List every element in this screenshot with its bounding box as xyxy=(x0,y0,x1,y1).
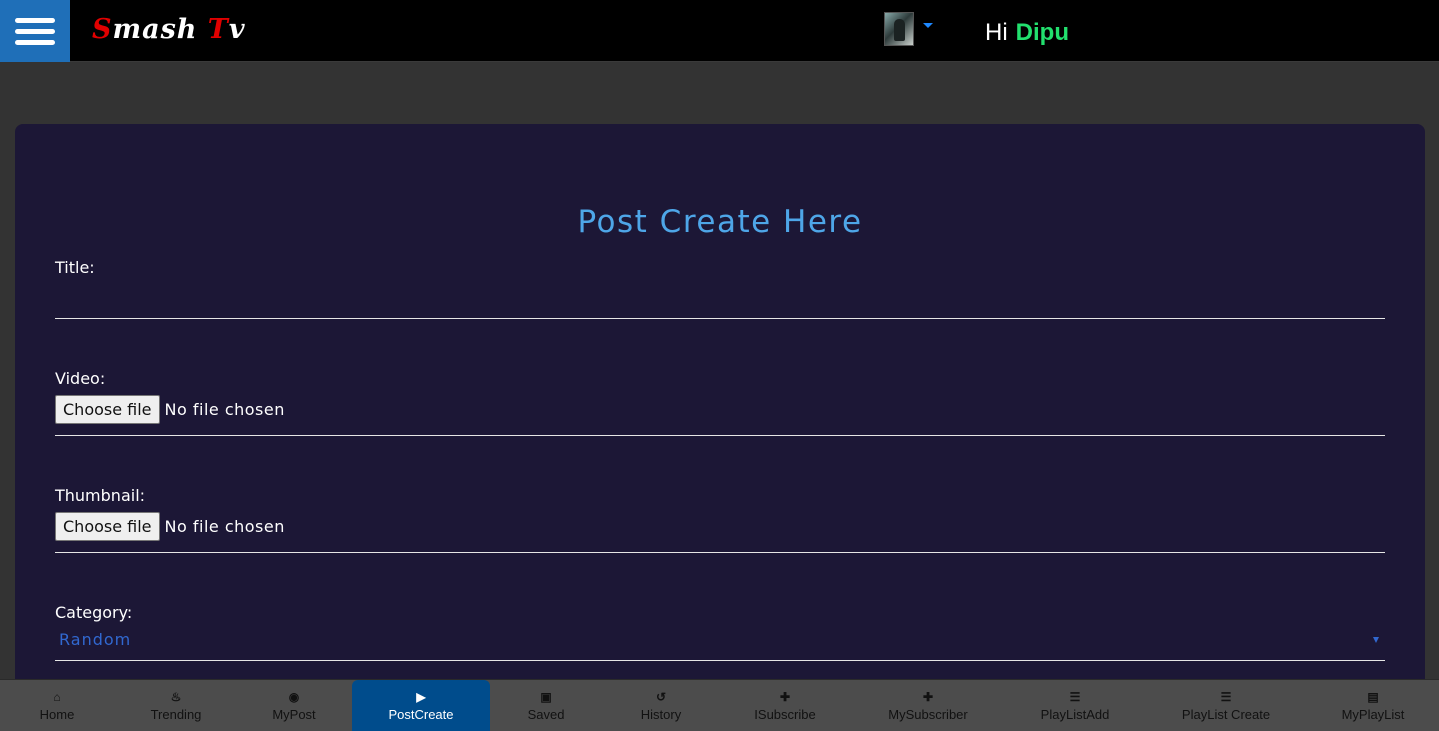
eye-icon: ◉ xyxy=(288,690,300,704)
home-icon: ⌂ xyxy=(53,690,61,704)
user-greeting: Hi Dipu xyxy=(985,19,1069,47)
history-icon: ↺ xyxy=(655,690,667,704)
nav-item-postcreate[interactable]: ▶ PostCreate xyxy=(352,680,490,731)
title-label: Title: xyxy=(55,258,95,277)
greeting-text: Hi xyxy=(985,19,1008,46)
top-bar: Smash Tv Hi Dipu xyxy=(0,0,1439,62)
user-avatar[interactable] xyxy=(884,12,914,46)
bottom-navigation: ⌂ Home ♨ Trending ◉ MyPost ▶ PostCreate … xyxy=(0,679,1439,731)
list-icon: ☰ xyxy=(1069,690,1081,704)
nav-item-mypost[interactable]: ◉ MyPost xyxy=(255,680,333,731)
nav-item-playlist-create[interactable]: ☰ PlayList Create xyxy=(1165,680,1287,731)
nav-item-mysubscriber[interactable]: ✚ MySubscriber xyxy=(872,680,984,731)
category-select[interactable]: Random xyxy=(55,627,1385,657)
category-label: Category: xyxy=(55,603,133,622)
video-file-status: No file chosen xyxy=(164,400,285,419)
video-choose-file-button[interactable]: Choose file xyxy=(55,395,160,424)
thumbnail-file-input[interactable]: Choose file No file chosen xyxy=(55,512,285,541)
video-camera-icon: ▶ xyxy=(416,690,426,704)
select-arrow-icon xyxy=(1373,637,1379,643)
thumbnail-file-status: No file chosen xyxy=(164,517,285,536)
form-title: Post Create Here xyxy=(577,204,863,240)
user-dropdown-caret-icon[interactable] xyxy=(923,23,933,28)
nav-item-myplaylist[interactable]: ▤ MyPlayList xyxy=(1328,680,1418,731)
category-selected-value: Random xyxy=(59,630,132,649)
thumbnail-label: Thumbnail: xyxy=(55,486,146,505)
thumbnail-choose-file-button[interactable]: Choose file xyxy=(55,512,160,541)
menu-bar-icon xyxy=(15,17,55,23)
nav-item-history[interactable]: ↺ History xyxy=(622,680,700,731)
brand-logo[interactable]: Smash Tv xyxy=(92,14,246,45)
user-plus-icon: ✚ xyxy=(922,690,934,704)
video-label: Video: xyxy=(55,369,106,388)
hamburger-menu-button[interactable] xyxy=(0,0,70,62)
title-input[interactable] xyxy=(55,284,1385,317)
list-alt-icon: ▤ xyxy=(1367,690,1379,704)
save-icon: ▣ xyxy=(540,690,552,704)
video-file-input[interactable]: Choose file No file chosen xyxy=(55,395,285,424)
nav-item-saved[interactable]: ▣ Saved xyxy=(507,680,585,731)
user-plus-icon: ✚ xyxy=(779,690,791,704)
nav-item-trending[interactable]: ♨ Trending xyxy=(137,680,215,731)
fire-icon: ♨ xyxy=(170,690,182,704)
title-input-underline xyxy=(55,318,1385,319)
thumbnail-input-underline xyxy=(55,552,1385,553)
video-input-underline xyxy=(55,435,1385,436)
nav-item-isubscribe[interactable]: ✚ ISubscribe xyxy=(740,680,830,731)
nav-item-playlistadd[interactable]: ☰ PlayListAdd xyxy=(1025,680,1125,731)
category-select-underline xyxy=(55,660,1385,661)
menu-bar-icon xyxy=(15,28,55,34)
post-create-card: Post Create Here Title: Video: Choose fi… xyxy=(15,124,1425,731)
menu-bar-icon xyxy=(15,39,55,45)
user-name: Dipu xyxy=(1015,19,1069,46)
nav-item-home[interactable]: ⌂ Home xyxy=(18,680,96,731)
list-icon: ☰ xyxy=(1220,690,1232,704)
